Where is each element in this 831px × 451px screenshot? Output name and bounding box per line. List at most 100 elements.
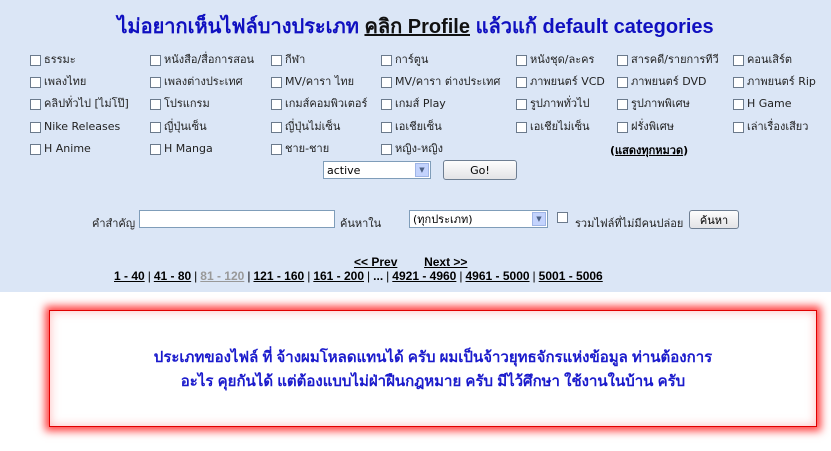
category-checkbox[interactable] (271, 143, 282, 155)
category-checkbox[interactable] (516, 98, 527, 110)
category-option[interactable]: โปรแกรม (150, 97, 210, 111)
category-checkbox[interactable] (30, 54, 41, 66)
page-link[interactable]: 41 - 80 (154, 269, 191, 283)
category-checkbox[interactable] (150, 76, 161, 88)
category-checkbox[interactable] (733, 76, 744, 88)
category-option[interactable]: MV/คารา ไทย (271, 75, 354, 89)
category-option[interactable]: เอเชียเซ็น (381, 120, 442, 134)
page-link[interactable]: 1 - 40 (114, 269, 145, 283)
category-option[interactable]: เพลงต่างประเทศ (150, 75, 243, 89)
notice-text: ประเภทของไฟล์ ที่ จ้างผมโหลดแทนได้ ครับ … (50, 346, 816, 394)
category-option[interactable]: คลิปทั่วไป [ไม่โป๊] (30, 97, 129, 111)
category-option[interactable]: เพลงไทย (30, 75, 86, 89)
category-label: การ์ตูน (395, 53, 429, 66)
page-headline: ไม่อยากเห็นไฟล์บางประเภท คลิก Profile แล… (0, 10, 831, 42)
category-checkbox[interactable] (150, 54, 161, 66)
status-select[interactable]: active ▼ (323, 161, 431, 179)
category-option[interactable]: Nike Releases (30, 120, 120, 134)
category-label: สารคดี/รายการทีวี (631, 53, 719, 66)
category-label: เอเชียเซ็น (395, 120, 442, 133)
category-option[interactable]: กีฬา (271, 53, 305, 67)
keyword-input[interactable] (139, 210, 335, 228)
category-option[interactable]: สารคดี/รายการทีวี (617, 53, 719, 67)
page-link[interactable]: 81 - 120 (200, 269, 244, 283)
category-option[interactable]: ญี่ปุ่นไม่เซ็น (271, 120, 340, 134)
category-label: H Anime (44, 142, 91, 155)
category-checkbox[interactable] (271, 98, 282, 110)
category-checkbox[interactable] (30, 143, 41, 155)
category-option[interactable]: ชาย-ชาย (271, 142, 329, 156)
category-checkbox[interactable] (381, 76, 392, 88)
category-checkbox[interactable] (150, 121, 161, 133)
page-link[interactable]: 4961 - 5000 (465, 269, 529, 283)
category-checkbox[interactable] (30, 76, 41, 88)
category-option[interactable]: รูปภาพพิเศษ (617, 97, 690, 111)
category-option[interactable]: หนังสือ/สื่อการสอน (150, 53, 254, 67)
next-link[interactable]: Next >> (424, 255, 467, 269)
category-checkbox[interactable] (617, 121, 628, 133)
notice-line: ประเภทของไฟล์ ที่ จ้างผมโหลดแทนได้ ครับ … (153, 349, 713, 366)
category-option[interactable]: รูปภาพทั่วไป (516, 97, 590, 111)
category-checkbox[interactable] (617, 98, 628, 110)
category-label: ญี่ปุ่นไม่เซ็น (285, 120, 341, 133)
notice-line: อะไร คุยกันได้ แต่ต้องแบบไม่ฝ่าฝืนกฎหมาย… (180, 373, 686, 390)
scope-select[interactable]: (ทุกประเภท) ▼ (409, 210, 548, 228)
profile-link[interactable]: คลิก Profile (364, 16, 470, 38)
category-option[interactable]: H Game (733, 97, 792, 111)
page-link[interactable]: 4921 - 4960 (392, 269, 456, 283)
category-checkbox[interactable] (381, 143, 392, 155)
category-option[interactable]: ภาพยนตร์ VCD (516, 75, 605, 89)
show-all-link[interactable]: แสดงทุกหมวด (615, 144, 683, 157)
prev-next-nav: << Prev Next >> (354, 255, 467, 269)
category-option[interactable]: เกมส์คอมพิวเตอร์ (271, 97, 367, 111)
page-link[interactable]: 5001 - 5006 (539, 269, 603, 283)
category-checkbox[interactable] (516, 76, 527, 88)
category-checkbox[interactable] (733, 121, 744, 133)
category-option[interactable]: H Manga (150, 142, 213, 156)
category-checkbox[interactable] (381, 54, 392, 66)
search-button[interactable]: ค้นหา (689, 210, 739, 229)
category-option[interactable]: เอเชียไม่เซ็น (516, 120, 590, 134)
category-option[interactable]: ภาพยนตร์ DVD (617, 75, 706, 89)
include-unseeded-checkbox[interactable] (557, 212, 568, 223)
category-option[interactable]: ธรรมะ (30, 53, 76, 67)
category-option[interactable]: คอนเสิร์ต (733, 53, 792, 67)
category-option[interactable]: หนังชุด/ละคร (516, 53, 594, 67)
category-checkbox[interactable] (271, 76, 282, 88)
category-label: Nike Releases (44, 120, 121, 133)
category-checkbox[interactable] (271, 54, 282, 66)
category-label: เพลงไทย (44, 75, 87, 88)
category-checkbox[interactable] (381, 121, 392, 133)
page-link[interactable]: 161 - 200 (313, 269, 364, 283)
category-option[interactable]: หญิง-หญิง (381, 142, 443, 156)
category-checkbox[interactable] (150, 98, 161, 110)
category-option[interactable]: H Anime (30, 142, 91, 156)
go-button[interactable]: Go! (443, 160, 517, 180)
category-option[interactable]: การ์ตูน (381, 53, 428, 67)
category-option[interactable]: MV/คารา ต่างประเทศ (381, 75, 500, 89)
category-checkbox[interactable] (271, 121, 282, 133)
category-checkbox[interactable] (733, 98, 744, 110)
category-checkbox[interactable] (516, 121, 527, 133)
category-label: คอนเสิร์ต (747, 53, 793, 66)
category-checkbox[interactable] (617, 76, 628, 88)
category-option[interactable]: ภาพยนตร์ Rip (733, 75, 816, 89)
category-option[interactable]: ญี่ปุ่นเซ็น (150, 120, 207, 134)
category-label: MV/คารา ไทย (285, 75, 355, 88)
page-link[interactable]: 121 - 160 (253, 269, 304, 283)
category-label: H Game (747, 97, 792, 110)
category-checkbox[interactable] (516, 54, 527, 66)
chevron-down-icon: ▼ (532, 212, 546, 226)
category-checkbox[interactable] (617, 54, 628, 66)
category-checkbox[interactable] (30, 121, 41, 133)
page-separator: | (307, 269, 311, 283)
category-option[interactable]: ฝรั่งพิเศษ (617, 120, 674, 134)
prev-link[interactable]: << Prev (354, 255, 397, 269)
category-checkbox[interactable] (150, 143, 161, 155)
category-checkbox[interactable] (733, 54, 744, 66)
category-checkbox[interactable] (30, 98, 41, 110)
page-separator: | (459, 269, 463, 283)
category-option[interactable]: เกมส์ Play (381, 97, 446, 111)
category-checkbox[interactable] (381, 98, 392, 110)
category-option[interactable]: เล่าเรื่องเสียว (733, 120, 808, 134)
